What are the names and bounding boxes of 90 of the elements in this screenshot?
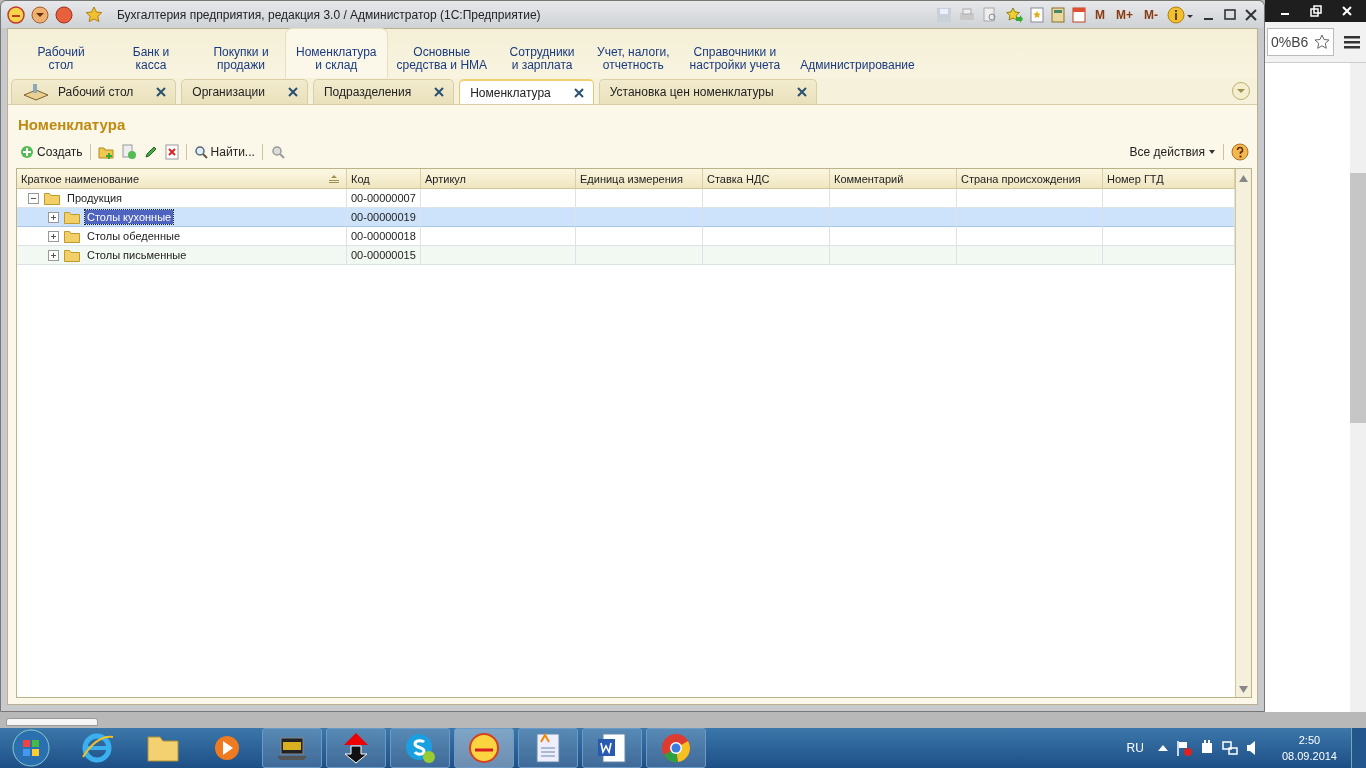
calendar-icon[interactable]	[1072, 6, 1086, 23]
chrome-icon[interactable]	[660, 732, 692, 764]
scroll-up-icon[interactable]	[1239, 175, 1248, 182]
show-desktop-button[interactable]	[1351, 728, 1366, 768]
desk-icon	[22, 82, 50, 102]
help-icon[interactable]	[1231, 143, 1249, 161]
network-icon[interactable]	[1221, 740, 1238, 756]
find-button[interactable]: Найти...	[193, 145, 255, 159]
section-tab[interactable]: Сотрудники и зарплата	[497, 29, 588, 78]
document-icon[interactable]	[535, 732, 561, 764]
folder-icon	[64, 248, 80, 262]
scroll-down-icon[interactable]	[1239, 686, 1248, 693]
folder-icon	[64, 229, 80, 243]
all-actions-button[interactable]: Все действия	[1129, 145, 1216, 159]
scrollbar[interactable]	[1350, 63, 1366, 712]
app-logo-icon[interactable]	[468, 732, 500, 764]
plus-icon	[20, 145, 34, 159]
window-title: Бухгалтерия предприятия, редакция 3.0 / Администратор (1С:Предприятие)	[117, 7, 541, 22]
calculator-icon[interactable]	[1051, 6, 1065, 23]
folder-icon	[64, 210, 80, 224]
form-title: Номенклатура	[17, 115, 127, 135]
panel-tab[interactable]	[6, 718, 98, 726]
tree-toggle-icon[interactable]	[48, 230, 59, 242]
column-header[interactable]: Артикул	[421, 169, 576, 189]
row-name[interactable]: Столы обеденные	[85, 229, 182, 243]
star-icon[interactable]	[85, 5, 103, 24]
memory-button[interactable]: M-	[1142, 7, 1160, 22]
sort-icon	[328, 174, 340, 183]
section-tab[interactable]: Банк и касса	[106, 29, 196, 78]
form-tab[interactable]: Установка цен номенклатуры	[598, 79, 817, 104]
tree-toggle-icon[interactable]	[48, 211, 59, 223]
media-player-icon[interactable]	[212, 733, 242, 763]
maximize-icon[interactable]	[1223, 7, 1237, 22]
tree-toggle-icon[interactable]	[48, 249, 59, 261]
row-name[interactable]: Продукция	[65, 191, 125, 205]
column-header[interactable]: Краткое наименование	[17, 169, 347, 189]
up-down-arrows-icon[interactable]	[341, 732, 371, 764]
column-header[interactable]: Страна происхождения	[957, 169, 1103, 189]
app-logo-icon[interactable]	[7, 5, 25, 24]
star-arrow-icon[interactable]	[1005, 6, 1023, 23]
info-icon[interactable]	[1167, 5, 1195, 24]
scrollbar[interactable]	[1235, 169, 1251, 697]
table-cell: 00-00000019	[347, 208, 421, 227]
form-tab[interactable]: Организации	[181, 79, 308, 104]
column-header[interactable]: Единица измерения	[576, 169, 703, 189]
row-name[interactable]: Столы кухонные	[85, 210, 174, 224]
table-cell: 00-00000015	[347, 246, 421, 265]
delete-icon[interactable]	[164, 144, 179, 160]
search-icon	[193, 145, 208, 159]
caret-icon	[1208, 149, 1216, 155]
clock[interactable]: 2:50 08.09.2014	[1281, 732, 1337, 764]
column-header[interactable]: Код	[347, 169, 421, 189]
memory-button[interactable]: M	[1093, 7, 1107, 22]
start-icon[interactable]	[12, 729, 50, 767]
tabs-menu-icon[interactable]	[1231, 81, 1251, 101]
skype-icon[interactable]	[404, 732, 436, 764]
section-tab[interactable]: Справочники и настройки учета	[679, 29, 791, 78]
address-field[interactable]: 0%B6	[1267, 28, 1334, 56]
word-document-icon[interactable]	[597, 732, 627, 764]
memory-button[interactable]: M+	[1114, 7, 1135, 22]
language-indicator[interactable]: RU	[1126, 741, 1144, 755]
dropdown-icon[interactable]	[31, 5, 49, 24]
section-tab[interactable]: Номенклатура и склад	[286, 29, 387, 78]
section-tab[interactable]: Основные средства и НМА	[386, 29, 498, 78]
clear-search-icon[interactable]	[269, 144, 286, 160]
column-header[interactable]: Ставка НДС	[703, 169, 830, 189]
column-header[interactable]: Комментарий	[830, 169, 957, 189]
preview-icon[interactable]	[982, 6, 998, 23]
star-icon[interactable]	[1314, 34, 1330, 50]
show-hidden-icon[interactable]	[1157, 744, 1168, 752]
section-tab[interactable]: Рабочий стол	[16, 29, 106, 78]
menu-icon[interactable]	[1344, 35, 1360, 49]
section-tab[interactable]: Покупки и продажи	[196, 29, 286, 78]
add-folder-icon[interactable]	[97, 144, 114, 160]
folder-icon	[44, 191, 60, 205]
form-tab[interactable]: Номенклатура	[459, 79, 594, 104]
create-button[interactable]: Создать	[20, 145, 83, 159]
section-tab[interactable]: Учет, налоги, отчетность	[587, 29, 680, 78]
form-tab[interactable]: Подразделения	[312, 79, 455, 104]
flag-icon[interactable]	[1175, 740, 1192, 756]
pencil-icon[interactable]	[143, 145, 158, 159]
form-tab[interactable]: Рабочий стол	[11, 79, 177, 104]
tree-toggle-icon[interactable]	[28, 192, 39, 204]
power-plug-icon[interactable]	[1199, 740, 1214, 756]
laptop-icon[interactable]	[275, 734, 309, 762]
section-tab[interactable]: Администрирование	[790, 29, 925, 78]
column-header[interactable]: Номер ГТД	[1103, 169, 1235, 189]
folder-icon[interactable]	[146, 733, 180, 763]
browser-icon[interactable]	[80, 731, 114, 765]
restore-icon[interactable]	[1309, 5, 1322, 17]
